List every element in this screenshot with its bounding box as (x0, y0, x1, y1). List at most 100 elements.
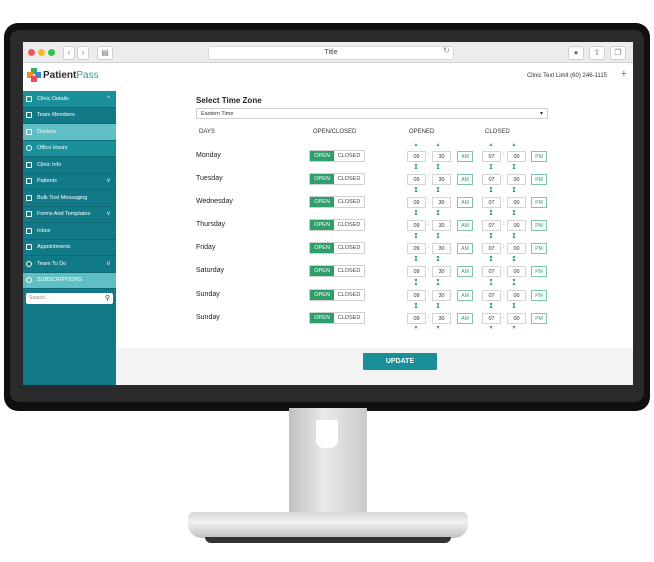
closed-hour-input[interactable]: 07 (482, 243, 501, 254)
closed-minute-input[interactable]: 00 (507, 290, 526, 301)
opened-ampm-toggle[interactable]: AM (457, 220, 473, 231)
closed-hour-input[interactable]: 07 (482, 220, 501, 231)
chevron-up-icon[interactable]: ▲ (481, 234, 501, 240)
closed-minute-input[interactable]: 00 (507, 220, 526, 231)
chevron-up-icon[interactable]: ▲ (504, 234, 524, 240)
closed-ampm-toggle[interactable]: PM (531, 151, 547, 162)
closed-ampm-toggle[interactable]: PM (531, 174, 547, 185)
closed-ampm-toggle[interactable]: PM (531, 290, 547, 301)
opened-ampm-toggle[interactable]: AM (457, 290, 473, 301)
opened-minute-input[interactable]: 30 (432, 220, 451, 231)
closed-option[interactable]: CLOSED (334, 243, 364, 253)
opened-ampm-toggle[interactable]: AM (457, 243, 473, 254)
closed-hour-input[interactable]: 07 (482, 151, 501, 162)
closed-hour-input[interactable]: 07 (482, 197, 501, 208)
chevron-up-icon[interactable]: ▲ (406, 281, 426, 287)
forward-icon[interactable]: › (77, 46, 89, 60)
closed-minute-input[interactable]: 00 (507, 243, 526, 254)
opened-minute-input[interactable]: 30 (432, 266, 451, 277)
sidebar-toggle-icon[interactable]: ▤ (97, 46, 113, 60)
chevron-up-icon[interactable]: ▲ (504, 142, 524, 148)
opened-ampm-toggle[interactable]: AM (457, 151, 473, 162)
closed-ampm-toggle[interactable]: PM (531, 220, 547, 231)
closed-minute-input[interactable]: 00 (507, 197, 526, 208)
opened-hour-input[interactable]: 09 (407, 197, 426, 208)
chevron-down-icon[interactable]: ▼ (504, 325, 524, 331)
closed-option[interactable]: CLOSED (334, 266, 364, 276)
reload-icon[interactable]: ↻ (443, 46, 450, 55)
chevron-up-icon[interactable]: ▲ (481, 281, 501, 287)
closed-hour-input[interactable]: 07 (482, 174, 501, 185)
chevron-up-icon[interactable]: ▲ (428, 234, 448, 240)
closed-ampm-toggle[interactable]: PM (531, 197, 547, 208)
share-icon[interactable]: ⇧ (589, 46, 605, 60)
opened-ampm-toggle[interactable]: AM (457, 266, 473, 277)
opened-minute-input[interactable]: 30 (432, 243, 451, 254)
open-closed-toggle[interactable]: OPEN CLOSED (309, 196, 365, 208)
closed-hour-input[interactable]: 07 (482, 313, 501, 324)
chevron-up-icon[interactable]: ▲ (428, 188, 448, 194)
open-closed-toggle[interactable]: OPEN CLOSED (309, 312, 365, 324)
opened-hour-input[interactable]: 09 (407, 313, 426, 324)
opened-hour-input[interactable]: 09 (407, 151, 426, 162)
tabs-icon[interactable]: ❐ (610, 46, 626, 60)
closed-ampm-toggle[interactable]: PM (531, 313, 547, 324)
sidebar-item-clinic-details[interactable]: Clinic Details ^ (23, 91, 116, 108)
closed-option[interactable]: CLOSED (334, 290, 364, 300)
chevron-up-icon[interactable]: ▲ (481, 211, 501, 217)
chevron-up-icon[interactable]: ▲ (481, 188, 501, 194)
closed-option[interactable]: CLOSED (334, 313, 364, 323)
chevron-up-icon[interactable]: ▲ (406, 211, 426, 217)
maximize-dot[interactable] (48, 49, 55, 56)
chevron-up-icon[interactable]: ▲ (481, 257, 501, 263)
time-zone-select[interactable]: Eastern Time ▾ (196, 108, 548, 119)
opened-hour-input[interactable]: 09 (407, 220, 426, 231)
open-option[interactable]: OPEN (310, 174, 334, 184)
chevron-up-icon[interactable]: ▲ (428, 211, 448, 217)
chevron-up-icon[interactable]: ▲ (406, 165, 426, 171)
open-option[interactable]: OPEN (310, 220, 334, 230)
chevron-down-icon[interactable]: ▼ (406, 325, 426, 331)
chevron-up-icon[interactable]: ▲ (406, 142, 426, 148)
chevron-down-icon[interactable]: ▼ (481, 325, 501, 331)
add-icon[interactable]: + (621, 68, 627, 80)
opened-minute-input[interactable]: 30 (432, 151, 451, 162)
open-option[interactable]: OPEN (310, 243, 334, 253)
chevron-up-icon[interactable]: ▲ (504, 188, 524, 194)
opened-hour-input[interactable]: 09 (407, 243, 426, 254)
chevron-up-icon[interactable]: ▲ (504, 257, 524, 263)
opened-ampm-toggle[interactable]: AM (457, 174, 473, 185)
chevron-up-icon[interactable]: ▲ (406, 257, 426, 263)
closed-minute-input[interactable]: 00 (507, 313, 526, 324)
open-closed-toggle[interactable]: OPEN CLOSED (309, 173, 365, 185)
chevron-up-icon[interactable]: ▲ (428, 304, 448, 310)
chevron-up-icon[interactable]: ▲ (406, 304, 426, 310)
chevron-down-icon[interactable]: ▼ (428, 325, 448, 331)
address-bar[interactable]: Title (208, 46, 454, 60)
minimize-dot[interactable] (38, 49, 45, 56)
open-closed-toggle[interactable]: OPEN CLOSED (309, 265, 365, 277)
opened-minute-input[interactable]: 30 (432, 174, 451, 185)
sidebar-item-team-members[interactable]: Team Members (23, 108, 116, 124)
chevron-up-icon[interactable]: ▲ (504, 281, 524, 287)
open-closed-toggle[interactable]: OPEN CLOSED (309, 242, 365, 254)
closed-ampm-toggle[interactable]: PM (531, 266, 547, 277)
update-button[interactable]: UPDATE (363, 353, 437, 370)
opened-minute-input[interactable]: 30 (432, 197, 451, 208)
chevron-up-icon[interactable]: ▲ (504, 211, 524, 217)
download-icon[interactable]: ● (568, 46, 584, 60)
sidebar-item-doctors[interactable]: Doctors (23, 124, 116, 141)
closed-hour-input[interactable]: 07 (482, 266, 501, 277)
closed-option[interactable]: CLOSED (334, 174, 364, 184)
opened-hour-input[interactable]: 09 (407, 266, 426, 277)
open-closed-toggle[interactable]: OPEN CLOSED (309, 219, 365, 231)
open-option[interactable]: OPEN (310, 197, 334, 207)
chevron-up-icon[interactable]: ▲ (481, 142, 501, 148)
open-closed-toggle[interactable]: OPEN CLOSED (309, 289, 365, 301)
open-option[interactable]: OPEN (310, 266, 334, 276)
opened-hour-input[interactable]: 09 (407, 290, 426, 301)
closed-minute-input[interactable]: 00 (507, 266, 526, 277)
opened-ampm-toggle[interactable]: AM (457, 197, 473, 208)
close-dot[interactable] (28, 49, 35, 56)
closed-option[interactable]: CLOSED (334, 197, 364, 207)
